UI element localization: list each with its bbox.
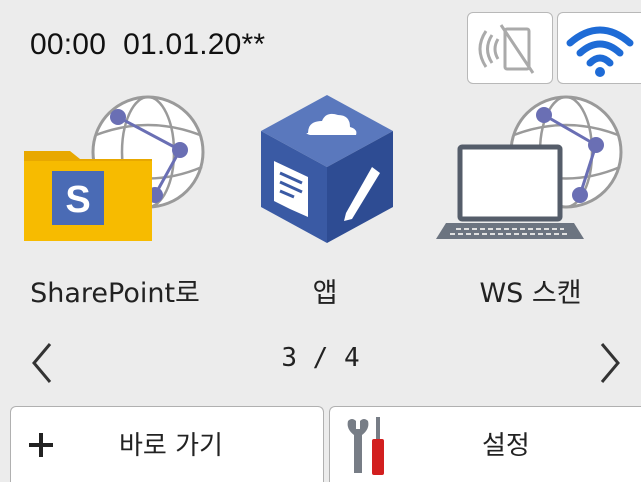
apps-label: 앱 xyxy=(312,278,338,309)
sharepoint-folder-icon: S xyxy=(24,95,205,241)
ws-scan-tile[interactable]: WS 스캔 xyxy=(420,95,641,325)
plus-icon xyxy=(29,433,53,457)
date-time-display: 00:00 01.01.20** xyxy=(30,28,266,61)
nfc-disabled-icon xyxy=(478,24,535,74)
nfc-status-button[interactable] xyxy=(467,12,553,84)
settings-button[interactable]: 설정 xyxy=(329,406,641,482)
page-indicator: 3 / 4 xyxy=(281,343,360,373)
settings-tools-icon xyxy=(347,417,384,475)
chevron-right-icon xyxy=(600,343,620,383)
sharepoint-badge: S xyxy=(65,179,90,221)
sharepoint-label: SharePoint로 xyxy=(30,278,200,309)
ws-scan-laptop-icon xyxy=(436,95,623,239)
ws-scan-label: WS 스캔 xyxy=(479,278,582,309)
settings-label: 설정 xyxy=(482,431,530,461)
home-screen: 00:00 01.01.20** S SharePoint로 앱 WS 스캔 3… xyxy=(0,0,641,482)
sharepoint-tile[interactable]: S SharePoint로 xyxy=(0,95,230,325)
apps-cube-icon xyxy=(261,95,393,243)
shortcut-label: 바로 가기 xyxy=(119,431,223,461)
wifi-status-button[interactable] xyxy=(557,12,641,84)
next-page-button[interactable] xyxy=(590,338,630,388)
wifi-icon xyxy=(566,26,634,77)
shortcut-button[interactable]: 바로 가기 xyxy=(10,406,324,482)
apps-tile[interactable]: 앱 xyxy=(230,95,420,325)
